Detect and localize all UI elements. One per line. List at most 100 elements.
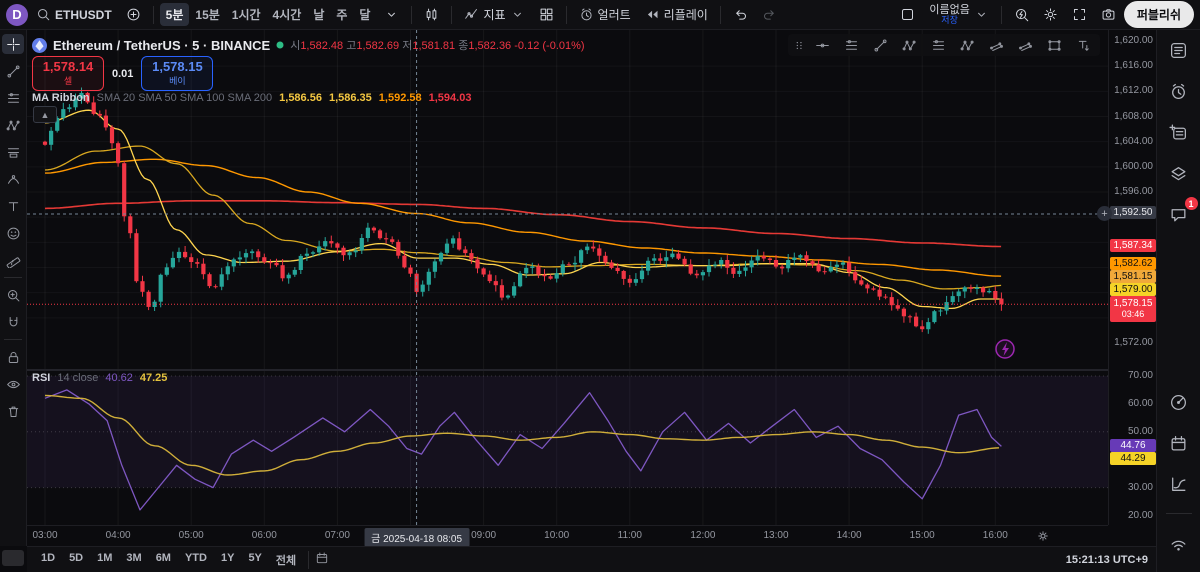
draw-tool-2-trend-line-icon[interactable]: [867, 35, 893, 55]
sma200-price-label: 1,587.34: [1110, 239, 1156, 252]
timeframe-4시간[interactable]: 4시간: [267, 3, 308, 26]
draw-tool-4-fib-icon[interactable]: [925, 35, 951, 55]
timeframe-주[interactable]: 주: [330, 3, 353, 26]
draw-tool-8-rect-tool-icon[interactable]: [1041, 35, 1067, 55]
range-3M[interactable]: 3M: [120, 550, 147, 570]
wifi-icon[interactable]: [1166, 531, 1192, 555]
alert-clock-icon: [579, 7, 594, 22]
chevron-down-icon: [974, 7, 989, 22]
screenshot-camera-icon[interactable]: [1095, 4, 1122, 25]
add-alert-plus-icon[interactable]: +: [1097, 206, 1112, 221]
range-YTD[interactable]: YTD: [179, 550, 213, 570]
draw-tool-6-channel-icon[interactable]: [983, 35, 1009, 55]
sma20-price-label: 1,579.00: [1110, 283, 1156, 296]
range-1M[interactable]: 1M: [91, 550, 118, 570]
draw-tool-7-channel-icon[interactable]: [1012, 35, 1038, 55]
watchlist-icon[interactable]: [1166, 38, 1192, 62]
crosshair-icon[interactable]: [2, 34, 24, 54]
timeframe-1시간[interactable]: 1시간: [226, 3, 267, 26]
timeframe-날[interactable]: 날: [307, 3, 330, 26]
sma100-price-label: 1,582.62: [1110, 257, 1156, 270]
chart-type-candles-icon[interactable]: [418, 4, 445, 25]
ma-ribbon-legend[interactable]: MA Ribbon SMA 20 SMA 50 SMA 100 SMA 200 …: [32, 92, 478, 104]
range-6M[interactable]: 6M: [150, 550, 177, 570]
rsi-params: 14 close: [57, 372, 98, 384]
rsi-tick: 20.00: [1128, 510, 1153, 521]
ruler-icon[interactable]: [2, 250, 24, 270]
range-1D[interactable]: 1D: [35, 550, 61, 570]
pattern-icon[interactable]: [2, 115, 24, 135]
crosshair-time-label: 금 2025-04-18 08:05: [364, 528, 469, 547]
range-1Y[interactable]: 1Y: [215, 550, 240, 570]
layout-name: 이름없음: [929, 5, 969, 15]
time-tick: 11:00: [618, 530, 642, 541]
undo-icon[interactable]: [727, 4, 754, 25]
layout-name-button[interactable]: 이름없음 저장: [923, 2, 994, 28]
drag-handle-icon[interactable]: [792, 35, 806, 55]
arc-icon[interactable]: [2, 169, 24, 189]
draw-tool-9-text-anchor-icon[interactable]: [1070, 35, 1096, 55]
eye-icon[interactable]: [2, 374, 24, 394]
timeframe-5분[interactable]: 5분: [160, 3, 190, 26]
text-icon[interactable]: [2, 196, 24, 216]
price-axis[interactable]: 1,620.001,616.001,612.001,608.001,604.00…: [1108, 30, 1157, 525]
toolbar-separator: [4, 277, 22, 278]
publish-button[interactable]: 퍼블리쉬: [1124, 1, 1194, 28]
rsi-legend[interactable]: RSI 14 close 40.62 47.25: [32, 372, 167, 384]
draw-tool-5-pattern-icon[interactable]: [954, 35, 980, 55]
layers-icon[interactable]: [1166, 161, 1192, 185]
magnet-icon[interactable]: [2, 312, 24, 332]
timeframe-달[interactable]: 달: [353, 3, 376, 26]
sell-button[interactable]: 1,578.14 셀: [32, 56, 104, 91]
zoom-icon[interactable]: [2, 285, 24, 305]
compare-add-icon[interactable]: [120, 4, 147, 25]
market-open-dot: [276, 41, 284, 49]
alert-button[interactable]: 얼러트: [573, 3, 637, 26]
chart-legend[interactable]: Ethereum / TetherUS · 5 · BINANCE 시1,582…: [32, 37, 585, 53]
func-icon[interactable]: [1166, 472, 1192, 496]
user-avatar[interactable]: D: [6, 4, 28, 26]
range-전체[interactable]: 전체: [270, 550, 302, 570]
time-axis[interactable]: 03:0004:0005:0006:0007:0009:0010:0011:00…: [27, 525, 1108, 547]
axis-settings-gear-icon[interactable]: [1036, 529, 1050, 546]
buy-button[interactable]: 1,578.15 베이: [141, 56, 213, 91]
trend-line-icon[interactable]: [2, 61, 24, 81]
draw-tool-0-hline-icon[interactable]: [809, 35, 835, 55]
calendar-icon[interactable]: [1166, 431, 1192, 455]
lock-icon[interactable]: [2, 347, 24, 367]
emoji-icon[interactable]: [2, 223, 24, 243]
notes-plus-icon[interactable]: [1166, 120, 1192, 144]
fib-icon[interactable]: [2, 88, 24, 108]
draw-tool-1-fib-icon[interactable]: [838, 35, 864, 55]
panel-toggle-chip[interactable]: [2, 550, 24, 566]
chat-badge: 1: [1185, 197, 1198, 210]
redo-icon[interactable]: [756, 4, 783, 25]
position-icon[interactable]: [2, 142, 24, 162]
sell-price: 1,578.14: [33, 59, 103, 74]
layout-square-icon[interactable]: [894, 4, 921, 25]
chat-icon[interactable]: 1: [1166, 202, 1192, 226]
range-5Y[interactable]: 5Y: [242, 550, 267, 570]
quick-search-icon[interactable]: [1008, 4, 1035, 25]
draw-tool-3-pattern-icon[interactable]: [896, 35, 922, 55]
go-to-date-calendar-icon[interactable]: [315, 551, 329, 568]
symbol-search-button[interactable]: ETHUSDT: [30, 4, 118, 25]
time-tick: 10:00: [544, 530, 569, 541]
replay-button[interactable]: 리플레이: [639, 3, 714, 26]
chevron-down-icon[interactable]: [378, 4, 405, 25]
timeframe-15분[interactable]: 15분: [189, 3, 225, 26]
trash-icon[interactable]: [2, 401, 24, 421]
target-icon[interactable]: [1166, 390, 1192, 414]
time-tick: 03:00: [32, 530, 57, 541]
range-5D[interactable]: 5D: [63, 550, 89, 570]
chart-plot-area[interactable]: [27, 30, 1108, 525]
alarm-icon[interactable]: [1166, 79, 1192, 103]
grid-layout-icon[interactable]: [533, 4, 560, 25]
indicators-button[interactable]: 지표: [458, 3, 530, 26]
fullscreen-icon[interactable]: [1066, 4, 1093, 25]
settings-gear-icon[interactable]: [1037, 4, 1064, 25]
pane-collapse-button[interactable]: ▲: [33, 106, 57, 123]
chevron-down-icon: [510, 7, 525, 22]
price-tick: 1,608.00: [1114, 111, 1153, 122]
clock-utc: 15:21:13 UTC+9: [1066, 554, 1148, 566]
